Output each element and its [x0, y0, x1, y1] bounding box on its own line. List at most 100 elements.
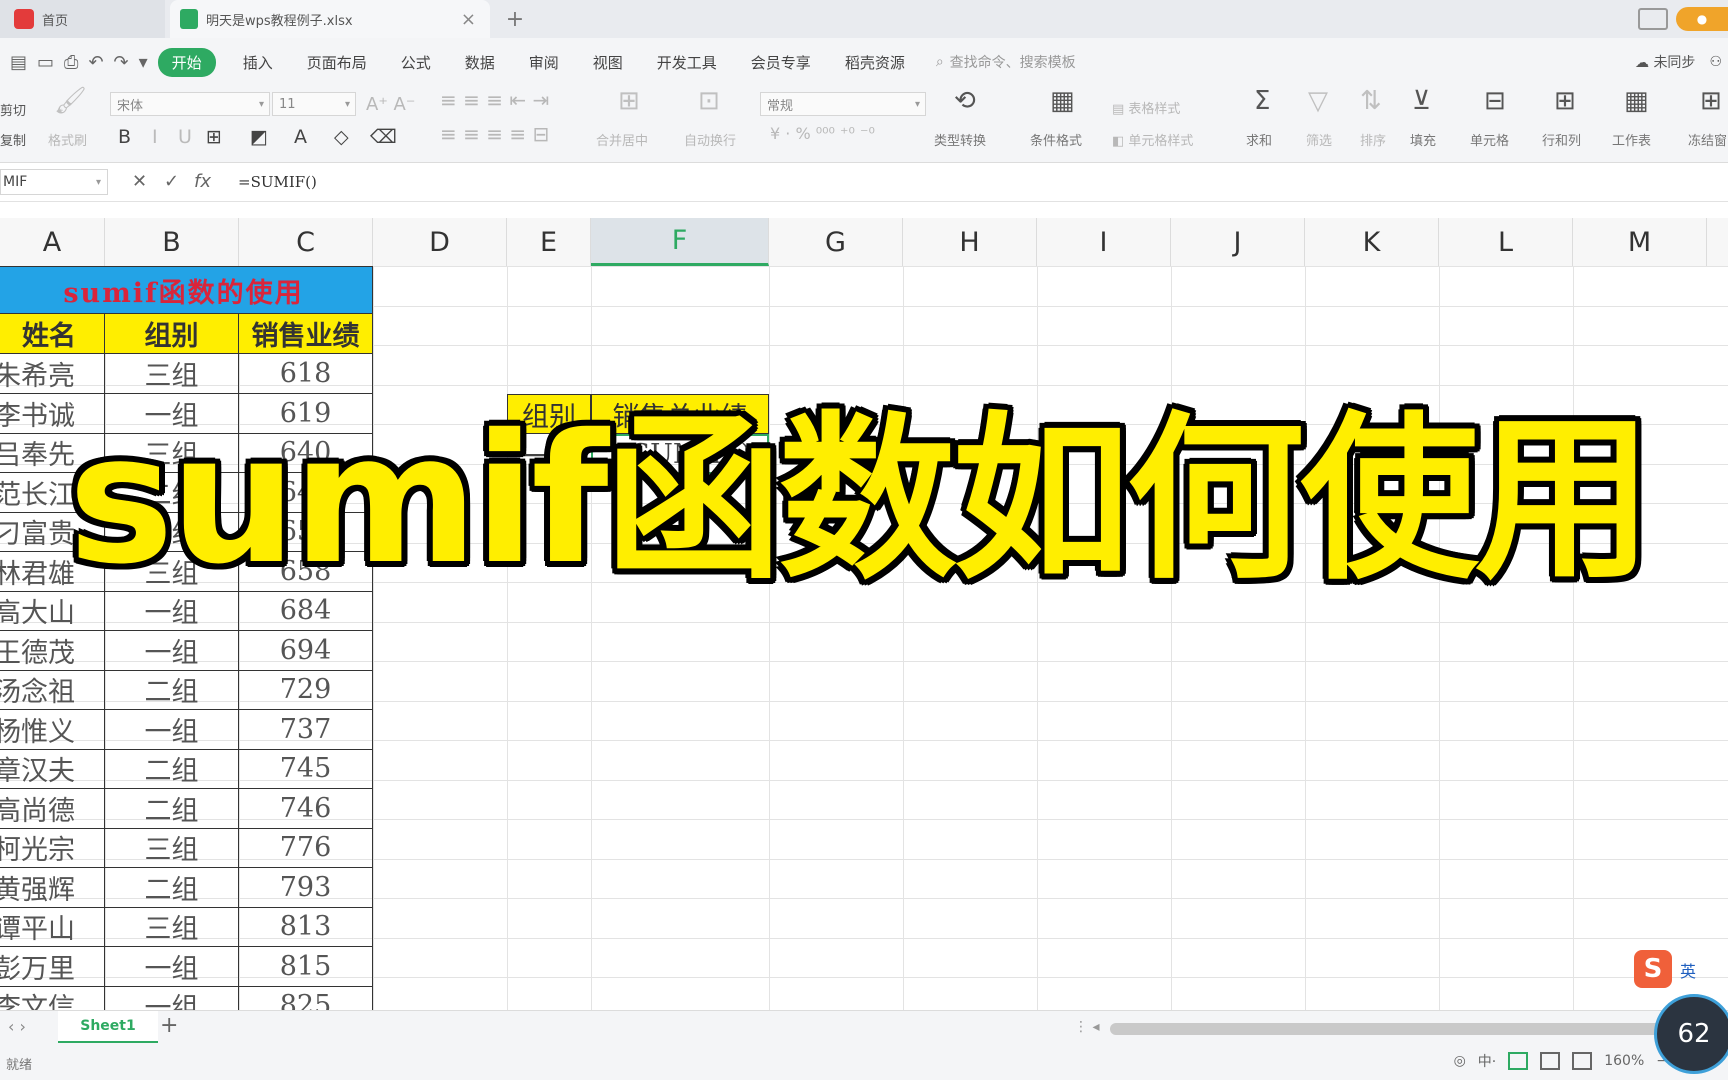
tab-home[interactable]: 首页 [0, 0, 165, 38]
table-header-cell[interactable]: 姓名 [0, 314, 105, 354]
table-cell[interactable]: 彭万里 [0, 947, 105, 987]
type-convert-icon[interactable]: ⟲ [954, 86, 976, 116]
underline-icon[interactable]: U [178, 126, 192, 148]
sheet-tab-sheet1[interactable]: Sheet1 [58, 1011, 158, 1043]
column-header-m[interactable]: M [1573, 218, 1707, 266]
column-header-j[interactable]: J [1171, 218, 1305, 266]
conditional-format-icon[interactable]: ▦ [1050, 86, 1075, 116]
wrap-text-icon[interactable]: ⊡ [698, 86, 720, 116]
menu-member[interactable]: 会员专享 [751, 52, 811, 73]
cut-button[interactable]: 剪切 [0, 100, 26, 119]
menu-home[interactable]: 开始 [157, 47, 216, 77]
column-header-i[interactable]: I [1037, 218, 1171, 266]
table-cell[interactable]: 二组 [105, 749, 239, 789]
worksheet-icon[interactable]: ▦ [1624, 86, 1649, 116]
undo-icon[interactable]: ↶ [88, 52, 103, 73]
column-header-d[interactable]: D [373, 218, 507, 266]
layout-icon[interactable] [1638, 8, 1668, 30]
table-cell[interactable]: 三组 [105, 828, 239, 868]
table-cell[interactable]: 汤念祖 [0, 670, 105, 710]
page-layout-view-icon[interactable] [1540, 1052, 1561, 1070]
fill-icon[interactable]: ⊻ [1412, 86, 1431, 116]
table-cell[interactable]: 一组 [105, 631, 239, 671]
table-cell[interactable]: 杨惟义 [0, 710, 105, 750]
input-mode-icon[interactable]: 中· [1478, 1051, 1496, 1071]
table-cell[interactable]: 694 [239, 631, 373, 671]
menu-review[interactable]: 审阅 [529, 52, 559, 73]
table-cell[interactable]: 793 [239, 868, 373, 908]
cell-style-button[interactable]: ◧ 单元格样式 [1112, 130, 1193, 149]
freeze-icon[interactable]: ⊞ [1700, 86, 1722, 116]
table-cell[interactable]: 章汉夫 [0, 749, 105, 789]
number-format-select[interactable]: 常规 ▾ [760, 92, 926, 116]
save-icon[interactable]: ▭ [37, 52, 54, 73]
new-tab-button[interactable]: + [500, 0, 530, 38]
confirm-formula-icon[interactable]: ✓ [164, 171, 179, 192]
insert-function-icon[interactable]: fx [194, 171, 211, 192]
share-icon[interactable]: ⚇ [1709, 54, 1722, 70]
table-cell[interactable]: 黄强辉 [0, 868, 105, 908]
column-header-c[interactable]: C [239, 218, 373, 266]
font-color-icon[interactable]: A [294, 126, 307, 148]
sync-status[interactable]: ☁ 未同步 [1635, 52, 1695, 72]
menu-view[interactable]: 视图 [593, 52, 623, 73]
redo-icon[interactable]: ↷ [114, 52, 129, 73]
sheet-nav-icon[interactable]: ‹ › [8, 1017, 26, 1036]
row-col-icon[interactable]: ⊞ [1554, 86, 1576, 116]
print-icon[interactable]: ⎙ [64, 52, 78, 73]
table-cell[interactable]: 高尚德 [0, 789, 105, 829]
copy-button[interactable]: 复制 [0, 130, 26, 149]
align-horizontal-icons[interactable]: ≡ ≡ ≡ ≡ ⊟ [440, 122, 549, 146]
column-header-a[interactable]: A [0, 218, 105, 266]
table-cell[interactable]: 二组 [105, 670, 239, 710]
horizontal-scrollbar[interactable] [1110, 1023, 1670, 1035]
table-header-cell[interactable]: 销售业绩 [239, 314, 373, 354]
align-top-icons[interactable]: ≡ ≡ ≡ ⇤ ⇥ [440, 88, 549, 112]
tab-document[interactable]: 明天是wps教程例子.xlsx × [170, 0, 490, 38]
table-cell[interactable]: 三组 [105, 907, 239, 947]
clear-format-icon[interactable]: ◇ [334, 126, 349, 148]
format-painter-icon[interactable]: 🖌 [54, 86, 87, 116]
table-cell[interactable]: 王德茂 [0, 631, 105, 671]
table-cell[interactable]: 一组 [105, 947, 239, 987]
table-cell[interactable]: 776 [239, 828, 373, 868]
vip-badge[interactable]: ● [1676, 7, 1728, 31]
column-header-b[interactable]: B [105, 218, 239, 266]
ime-mode[interactable]: 英 [1680, 958, 1696, 982]
table-cell[interactable]: 一组 [105, 710, 239, 750]
table-cell[interactable]: 谭平山 [0, 907, 105, 947]
cancel-formula-icon[interactable]: ✕ [132, 171, 147, 192]
menu-insert[interactable]: 插入 [243, 52, 273, 73]
cell-icon[interactable]: ⊟ [1484, 86, 1506, 116]
border-icon[interactable]: ⊞ [206, 126, 222, 148]
column-header-k[interactable]: K [1305, 218, 1439, 266]
fill-color-icon[interactable]: ◩ [250, 126, 268, 148]
number-format-icons[interactable]: ¥ · % ⁰⁰⁰ ⁺⁰ ⁻⁰ [770, 124, 875, 143]
table-cell[interactable]: 813 [239, 907, 373, 947]
column-header-g[interactable]: G [769, 218, 903, 266]
font-name-select[interactable]: 宋体 ▾ [110, 92, 270, 116]
formula-input[interactable]: =SUMIF() [238, 173, 317, 191]
ime-logo-icon[interactable]: S [1634, 950, 1672, 988]
menu-developer[interactable]: 开发工具 [657, 52, 717, 73]
filter-icon[interactable]: ▽ [1308, 86, 1328, 116]
scroll-left-icon[interactable]: ⋮ ◂ [1074, 1019, 1099, 1035]
table-cell[interactable]: 朱希亮 [0, 354, 105, 394]
zoom-level[interactable]: 160% [1604, 1053, 1644, 1069]
merge-center-icon[interactable]: ⊞ [618, 86, 640, 116]
clear-icon[interactable]: ⌫ [370, 126, 397, 148]
column-header-f[interactable]: F [591, 218, 769, 266]
page-break-view-icon[interactable] [1572, 1052, 1593, 1070]
menu-docer[interactable]: 稻壳资源 [845, 52, 905, 73]
quick-access-dropdown-icon[interactable]: ▾ [139, 52, 148, 73]
table-cell[interactable]: 746 [239, 789, 373, 829]
bold-icon[interactable]: B [118, 126, 131, 148]
sum-icon[interactable]: Σ [1254, 86, 1270, 116]
column-header-l[interactable]: L [1439, 218, 1573, 266]
column-header-h[interactable]: H [903, 218, 1037, 266]
table-cell[interactable]: 二组 [105, 868, 239, 908]
sort-icon[interactable]: ⇅ [1360, 86, 1382, 116]
command-search[interactable]: ⌕ 查找命令、搜索模板 [936, 52, 1076, 72]
font-grow-icon[interactable]: A⁺ A⁻ [366, 94, 415, 115]
eye-protection-icon[interactable]: ◎ [1454, 1053, 1466, 1069]
